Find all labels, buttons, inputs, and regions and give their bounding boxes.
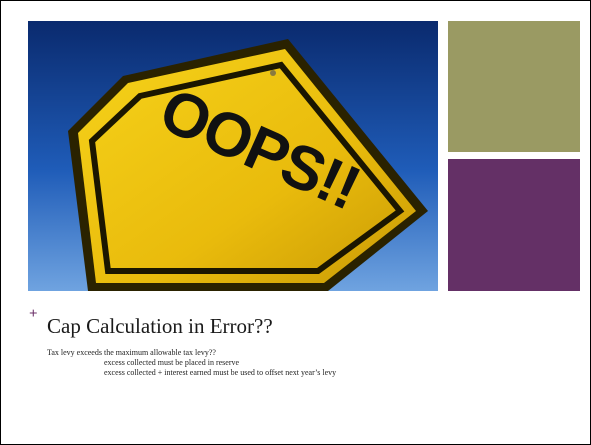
presentation-slide: OOPS!! + Cap Calculation in Error?? Tax … [0, 0, 591, 445]
oops-road-sign-image: OOPS!! [28, 21, 438, 291]
body-line-3: excess collected + interest earned must … [104, 368, 337, 377]
body-line-1: Tax levy exceeds the maximum allowable t… [47, 348, 216, 357]
slide-body: Tax levy exceeds the maximum allowable t… [47, 348, 577, 378]
purple-color-block [448, 159, 580, 291]
plus-icon: + [29, 306, 38, 322]
body-line-2: excess collected must be placed in reser… [104, 358, 240, 367]
olive-color-block [448, 21, 580, 152]
slide-title: Cap Calculation in Error?? [47, 314, 273, 338]
